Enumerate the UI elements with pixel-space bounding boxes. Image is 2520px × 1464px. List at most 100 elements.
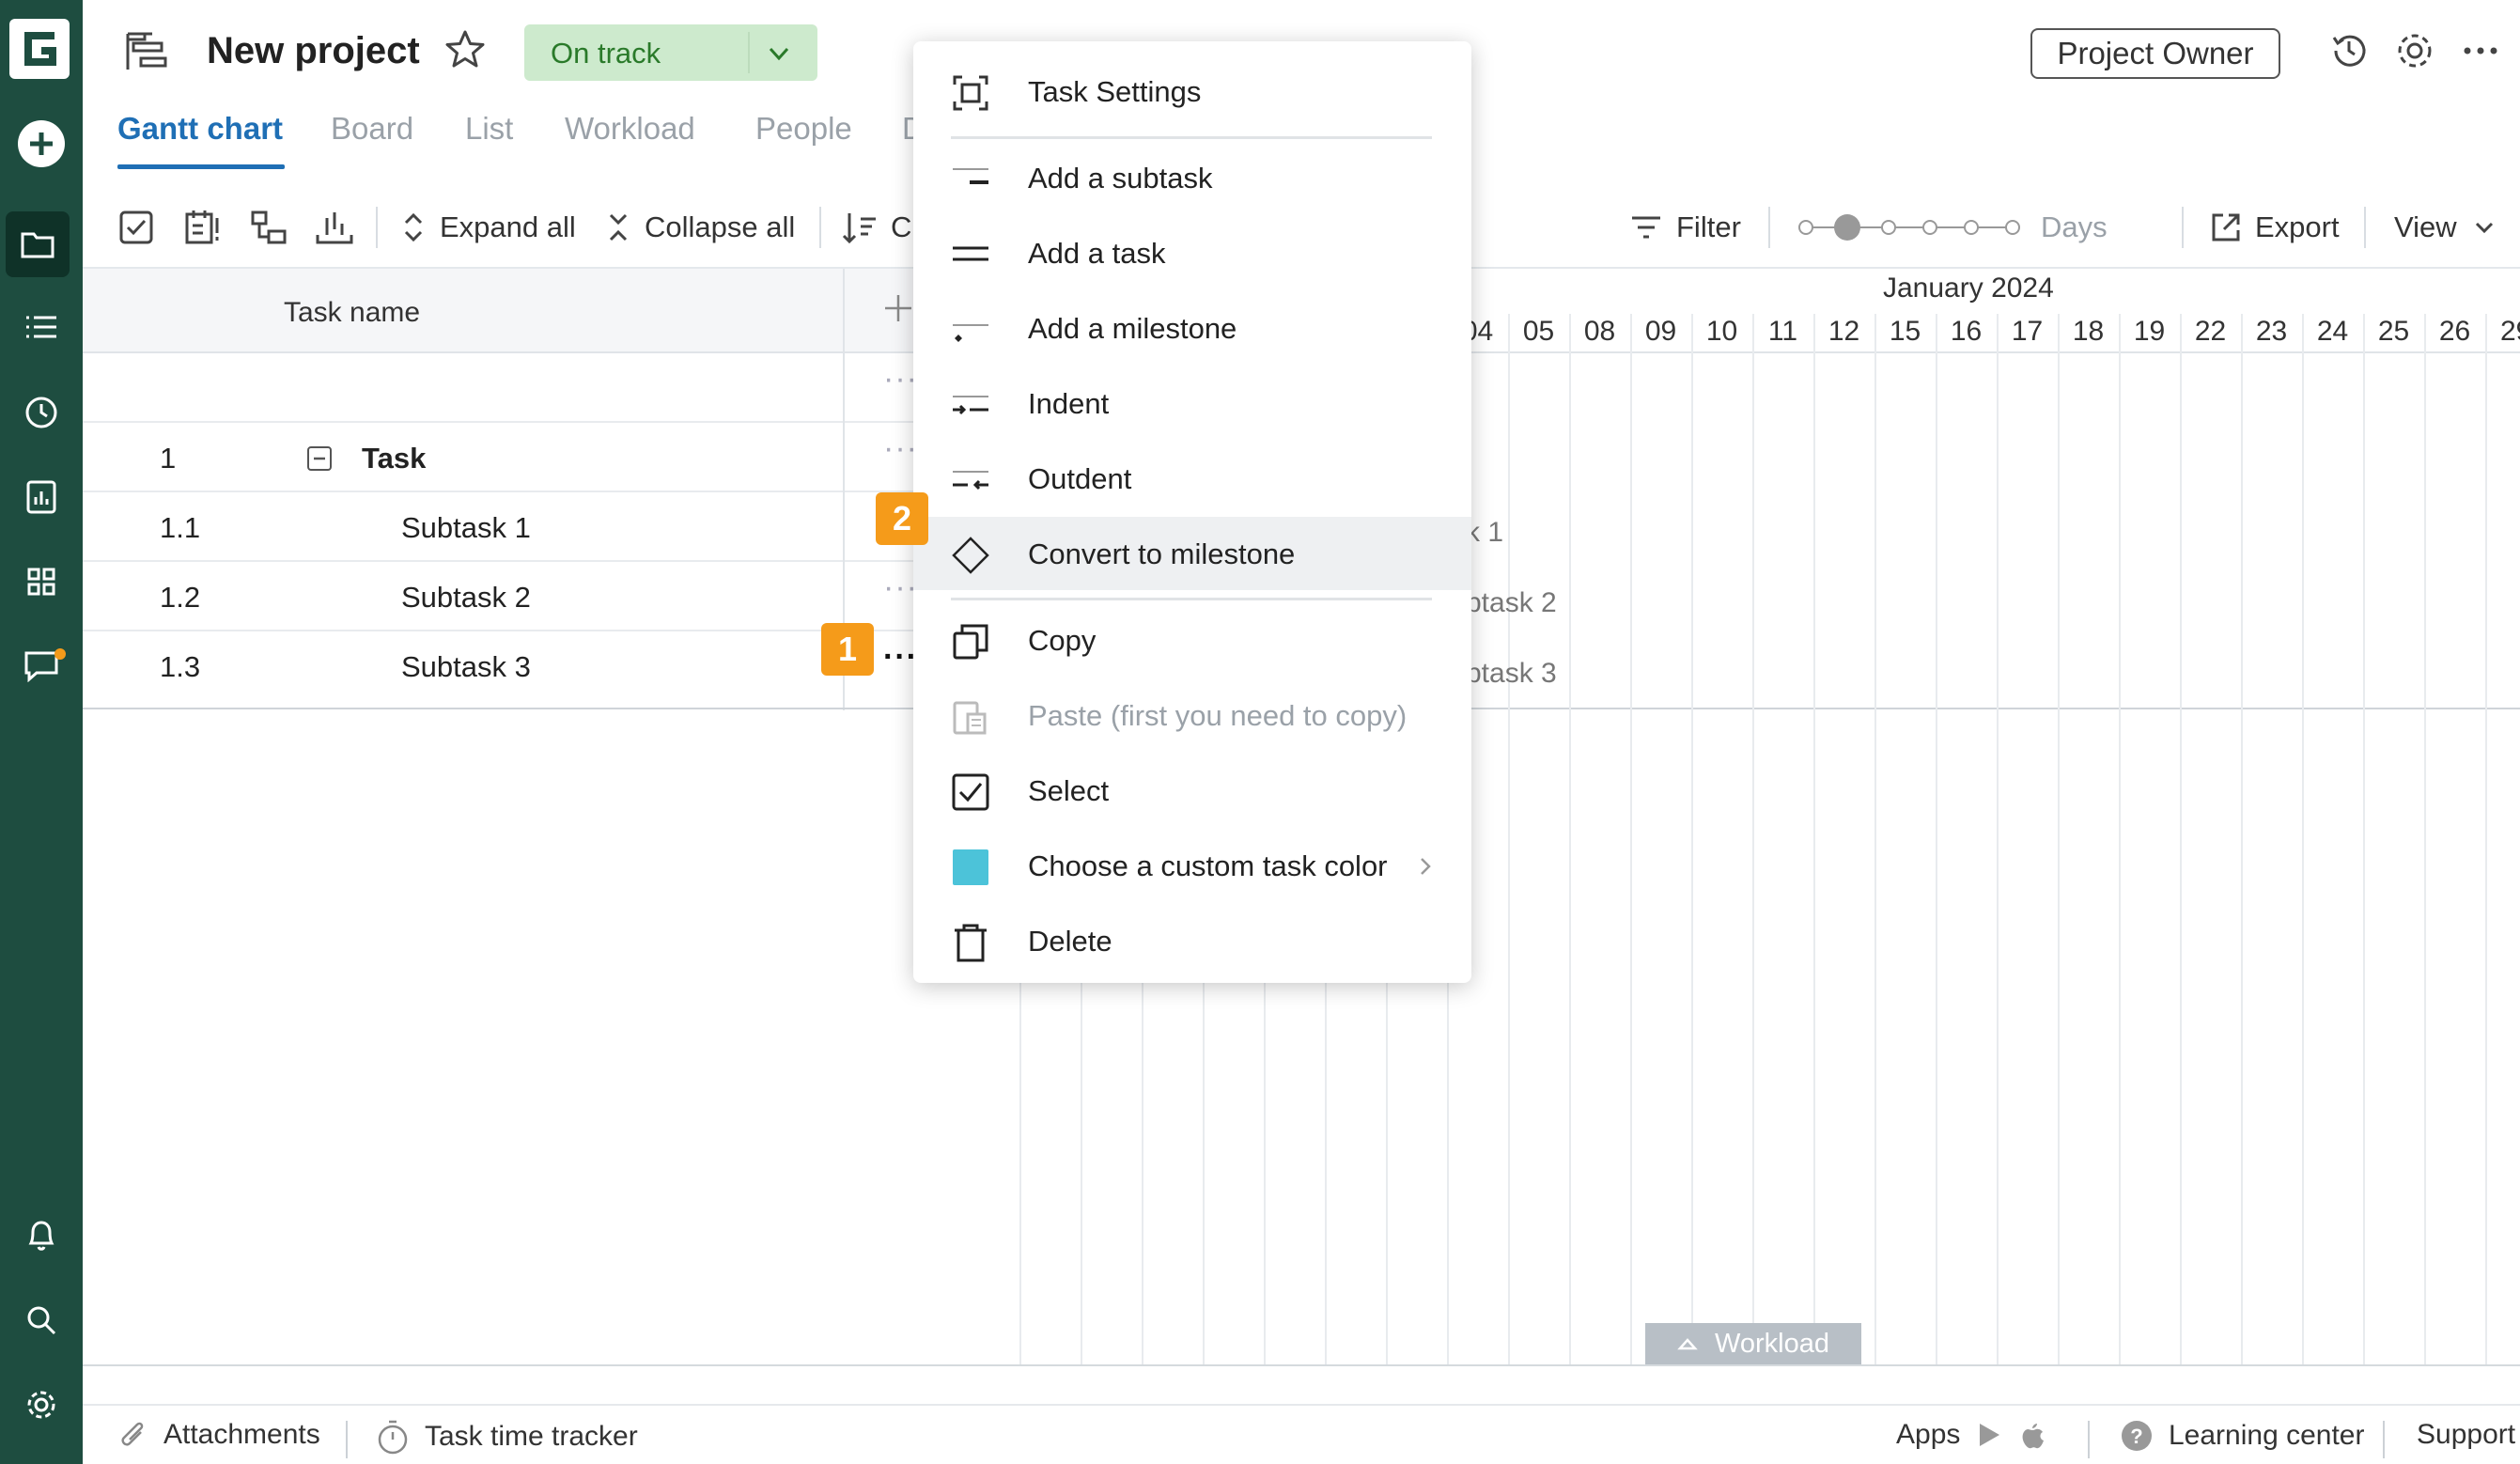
help-icon: ? — [2122, 1421, 2152, 1451]
menu-item-task-settings[interactable]: Task Settings — [913, 55, 1471, 128]
timeline-day: 15 — [1889, 316, 1921, 347]
project-settings-icon[interactable] — [2394, 30, 2435, 71]
workload-panel-toggle[interactable]: Workload — [1645, 1323, 1861, 1364]
task-name-column-header[interactable]: Task name — [284, 297, 420, 329]
role-badge[interactable]: Project Owner — [2030, 28, 2280, 79]
learning-center-link[interactable]: ? Learning center — [2120, 1419, 2364, 1453]
add-task-icon — [953, 246, 988, 261]
task-name[interactable]: Subtask 2 — [401, 581, 531, 615]
timeline-gridline — [1508, 314, 1510, 1364]
google-play-icon[interactable] — [1975, 1421, 2003, 1449]
chevron-down-icon — [769, 47, 789, 61]
apps-grid-icon[interactable] — [0, 549, 83, 615]
tab-board[interactable]: Board — [331, 111, 413, 147]
timeline-day: 05 — [1522, 316, 1555, 347]
menu-item-add-milestone[interactable]: Add a milestone — [913, 291, 1471, 365]
project-title: New project — [207, 30, 420, 71]
gantt-project-icon — [126, 32, 167, 70]
time-icon[interactable] — [0, 380, 83, 445]
timeline-day: 24 — [2316, 316, 2349, 347]
menu-item-add-task[interactable]: Add a task — [913, 216, 1471, 289]
attachments-button[interactable]: Attachments — [117, 1419, 320, 1451]
timeline-day: 23 — [2255, 316, 2288, 347]
reports-icon[interactable] — [0, 464, 83, 530]
menu-item-copy[interactable]: Copy — [913, 603, 1471, 677]
time-tracker-button[interactable]: Task time tracker — [376, 1419, 638, 1455]
timeline-gridline — [2485, 314, 2487, 1364]
critical-path-icon[interactable] — [184, 188, 222, 267]
menu-item-convert-to-milestone[interactable]: Convert to milestone — [913, 517, 1471, 590]
add-subtask-icon — [953, 168, 988, 184]
chevron-down-icon — [2475, 222, 2493, 234]
menu-item-custom-color[interactable]: Choose a custom task color — [913, 829, 1471, 902]
filter-button[interactable]: Filter — [1629, 188, 1741, 267]
outdent-icon — [953, 471, 988, 491]
search-icon[interactable] — [0, 1287, 83, 1353]
paperclip-icon — [121, 1422, 144, 1446]
timeline-day: 26 — [2438, 316, 2471, 347]
create-icon[interactable] — [0, 111, 83, 177]
timeline-gridline — [2180, 314, 2182, 1364]
support-link[interactable]: Support — [2417, 1419, 2515, 1451]
tab-list[interactable]: List — [465, 111, 513, 147]
menu-item-paste: Paste (first you need to copy) — [913, 678, 1471, 752]
table-row[interactable]: 1 Task ··· — [83, 423, 958, 492]
menu-item-indent[interactable]: Indent — [913, 366, 1471, 440]
sort-button[interactable]: C — [842, 188, 911, 267]
timeline-day: 18 — [2072, 316, 2105, 347]
view-dropdown[interactable]: View — [2394, 188, 2497, 267]
expand-all-button[interactable]: Expand all — [400, 188, 576, 267]
collapse-all-button[interactable]: Collapse all — [605, 188, 795, 267]
table-row[interactable]: 1.1 Subtask 1 — [83, 492, 958, 562]
timeline-day: 17 — [2011, 316, 2044, 347]
list-icon[interactable] — [0, 294, 83, 360]
menu-item-outdent[interactable]: Outdent — [913, 442, 1471, 515]
timeline-day: 16 — [1950, 316, 1983, 347]
baseline-icon[interactable] — [314, 188, 355, 267]
task-context-menu: Task Settings Add a subtask Add a task A… — [913, 41, 1471, 983]
timeline-day: 25 — [2377, 316, 2410, 347]
apple-icon[interactable] — [2018, 1420, 2046, 1450]
status-dropdown[interactable]: On track — [524, 24, 817, 81]
tab-workload[interactable]: Workload — [565, 111, 695, 147]
projects-icon[interactable] — [6, 211, 70, 277]
active-tab-indicator — [117, 164, 285, 169]
menu-item-delete[interactable]: Delete — [913, 904, 1471, 977]
add-column-icon[interactable] — [881, 291, 915, 325]
timeline-month: January 2024 — [1883, 273, 2054, 304]
apps-link[interactable]: Apps — [1896, 1419, 2046, 1451]
collapse-toggle-icon[interactable] — [306, 445, 333, 472]
history-icon[interactable] — [2328, 30, 2370, 71]
add-milestone-icon — [953, 324, 988, 342]
diamond-icon — [952, 537, 989, 574]
tab-gantt-chart[interactable]: Gantt chart — [117, 111, 283, 147]
timeline-day: 29 — [2500, 316, 2520, 347]
dependencies-icon[interactable] — [250, 188, 288, 267]
favorite-star-icon[interactable] — [443, 28, 487, 71]
task-name[interactable]: Task — [362, 442, 426, 475]
timeline-gridline — [2424, 314, 2426, 1364]
tab-people[interactable]: People — [755, 111, 852, 147]
status-label: On track — [551, 37, 661, 70]
footer-bar: Attachments Task time tracker Apps ? Lea… — [83, 1406, 2520, 1464]
menu-item-select[interactable]: Select — [913, 754, 1471, 827]
export-icon — [2212, 213, 2240, 241]
task-name[interactable]: Subtask 1 — [401, 511, 531, 545]
table-row[interactable]: 1.2 Subtask 2 ··· — [83, 562, 958, 631]
chevron-up-icon — [1677, 1338, 1698, 1350]
bell-icon[interactable] — [0, 1203, 83, 1269]
task-name[interactable]: Subtask 3 — [401, 650, 531, 684]
zoom-slider[interactable] — [1797, 188, 2022, 267]
menu-item-add-subtask[interactable]: Add a subtask — [913, 141, 1471, 214]
color-swatch-icon — [953, 849, 988, 885]
more-options-icon[interactable] — [2460, 30, 2501, 71]
app-logo[interactable] — [8, 17, 73, 83]
table-row[interactable]: ··· — [83, 353, 958, 423]
chat-icon[interactable] — [0, 633, 83, 699]
timeline-day: 10 — [1705, 316, 1738, 347]
select-mode-icon[interactable] — [118, 188, 154, 267]
timeline-gridline — [1936, 314, 1937, 1364]
settings-gear-icon[interactable] — [0, 1372, 83, 1438]
trash-icon — [955, 924, 987, 962]
export-button[interactable]: Export — [2210, 188, 2340, 267]
